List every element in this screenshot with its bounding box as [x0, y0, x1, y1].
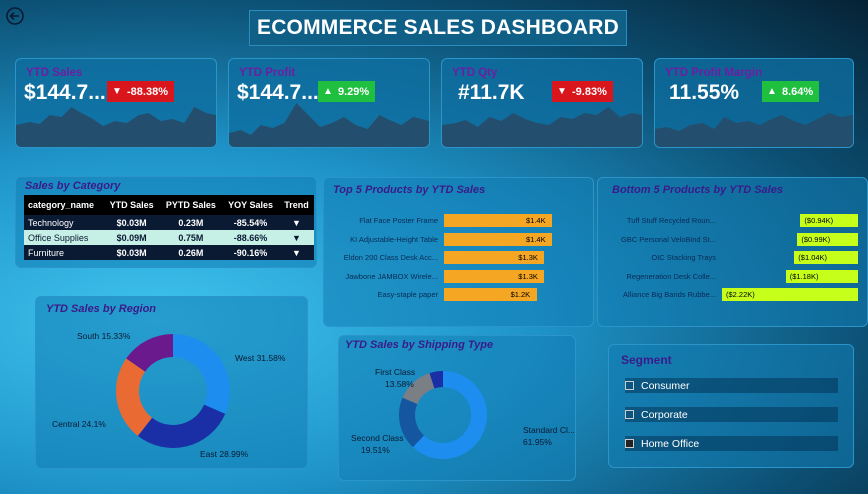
region-panel: YTD Sales by Region West 31.58% East 28.… — [35, 296, 308, 469]
bar-category-label: GBC Personal VeloBind St... — [620, 234, 716, 244]
column-header[interactable]: category_name — [24, 195, 104, 215]
shipping-label-first: First Class — [375, 367, 416, 377]
column-header[interactable]: YTD Sales — [103, 195, 160, 215]
segment-option-corporate[interactable]: Corporate — [625, 407, 838, 422]
segment-option-home-office[interactable]: Home Office — [625, 436, 838, 451]
bar-value-label: ($0.99K) — [801, 234, 831, 244]
kpi-card-ytd-profit[interactable]: YTD Profit $144.7... ▲ 9.29% — [228, 58, 430, 148]
panel-title: Bottom 5 Products by YTD Sales — [612, 184, 783, 196]
region-label-east: East 28.99% — [200, 449, 249, 459]
trend-down-icon: ▼ — [278, 215, 314, 230]
column-header[interactable]: Trend — [278, 195, 314, 215]
bar-category-label: Eldon 200 Class Desk Acc... — [343, 253, 438, 262]
bar-value-label: ($2.22K) — [726, 290, 755, 299]
segment-option-label: Home Office — [641, 437, 700, 450]
category-table: category_name YTD Sales PYTD Sales YOY S… — [24, 195, 314, 260]
yoy-cell: -88.66% — [222, 230, 279, 245]
shipping-label-first-pct: 13.58% — [385, 379, 414, 389]
shipping-label-second: Second Class — [351, 433, 404, 443]
ytd-cell: $0.03M — [103, 245, 160, 260]
sparkline-area — [655, 113, 853, 147]
sales-by-category-panel: Sales by Category category_name YTD Sale… — [15, 176, 317, 268]
bar-value-label: ($1.04K) — [798, 253, 828, 262]
pytd-cell: 0.26M — [159, 245, 223, 260]
sparkline-area — [442, 107, 642, 147]
table-row[interactable]: Furniture $0.03M 0.26M -90.16% ▼ — [24, 245, 314, 260]
ytd-cell: $0.09M — [103, 230, 160, 245]
trend-down-icon: ▼ — [278, 230, 314, 245]
category-name-cell: Technology — [24, 215, 104, 230]
bar-category-label: Flat Face Poster Frame — [359, 216, 438, 225]
shipping-panel: YTD Sales by Shipping Type Standard Cl..… — [338, 335, 576, 481]
dashboard-title: ECOMMERCE SALES DASHBOARD — [256, 16, 620, 39]
bar-value-label: $1.4K — [526, 216, 546, 225]
region-label-central: Central 24.1% — [52, 419, 106, 429]
panel-title: Top 5 Products by YTD Sales — [333, 184, 486, 196]
bar-category-label: OIC Stacking Trays — [651, 253, 716, 262]
donut-slice-west[interactable] — [173, 334, 230, 414]
yoy-cell: -90.16% — [222, 245, 279, 260]
pytd-cell: 0.75M — [159, 230, 223, 245]
bar-category-label: Regeneration Desk Colle... — [626, 271, 716, 281]
kpi-card-ytd-sales[interactable]: YTD Sales $144.7... ▼ -88.38% — [15, 58, 217, 148]
shipping-label-standard: Standard Cl... — [523, 425, 575, 435]
checkbox-icon[interactable] — [625, 381, 634, 390]
category-name-cell: Furniture — [24, 245, 104, 260]
kpi-label: YTD Profit — [239, 67, 296, 79]
top5-products-panel: Top 5 Products by YTD Sales Flat Face Po… — [323, 177, 594, 327]
donut-slice-central[interactable] — [115, 358, 153, 436]
kpi-card-ytd-qty[interactable]: YTD Qty #11.7K ▼ -9.83% — [441, 58, 643, 148]
table-row[interactable]: Office Supplies $0.09M 0.75M -88.66% ▼ — [24, 230, 314, 245]
segment-option-label: Consumer — [641, 379, 690, 392]
shipping-label-second-pct: 19.51% — [361, 445, 390, 455]
checkbox-icon[interactable] — [625, 410, 634, 419]
region-donut-chart — [115, 334, 230, 448]
trend-down-icon: ▼ — [278, 245, 314, 260]
bar-category-label: Tuff Stuff Recycled Roun... — [626, 216, 716, 225]
region-label-west: West 31.58% — [235, 353, 286, 363]
pytd-cell: 0.23M — [159, 215, 223, 230]
sparkline-area — [16, 107, 216, 147]
sparkline-area — [229, 103, 429, 147]
donut-slice-east[interactable] — [137, 404, 226, 448]
segment-option-consumer[interactable]: Consumer — [625, 378, 838, 393]
column-header[interactable]: YOY Sales — [222, 195, 279, 215]
bar-value-label: $1.4K — [526, 234, 546, 244]
region-label-south: South 15.33% — [77, 331, 131, 341]
column-header[interactable]: PYTD Sales — [159, 195, 223, 215]
segment-title: Segment — [621, 353, 672, 367]
kpi-label: YTD Qty — [452, 67, 498, 79]
kpi-label: YTD Profit Margin — [665, 67, 763, 79]
shipping-label-standard-pct: 61.95% — [523, 437, 552, 447]
bar-value-label: $1.2K — [510, 290, 531, 299]
back-arrow-icon[interactable] — [6, 7, 24, 25]
bar-value-label: $1.3K — [518, 271, 538, 281]
bar-category-label: Jawbone JAMBOX Wirele... — [345, 271, 438, 281]
bar-value-label: ($0.94K) — [804, 216, 834, 225]
panel-title: Sales by Category — [25, 180, 121, 192]
category-name-cell: Office Supplies — [24, 230, 104, 245]
kpi-label: YTD Sales — [26, 67, 83, 79]
table-row[interactable]: Technology $0.03M 0.23M -85.54% ▼ — [24, 215, 314, 230]
bar-category-label: KI Adjustable-Height Table — [350, 234, 438, 244]
bottom5-products-panel: Bottom 5 Products by YTD Sales Tuff Stuf… — [597, 177, 868, 327]
bar-value-label: $1.3K — [518, 253, 538, 262]
ytd-cell: $0.03M — [103, 215, 160, 230]
bar-category-label: Easy-staple paper — [377, 290, 438, 299]
shipping-donut-chart — [399, 371, 487, 459]
segment-option-label: Corporate — [641, 408, 688, 421]
yoy-cell: -85.54% — [222, 215, 279, 230]
table-header-row: category_name YTD Sales PYTD Sales YOY S… — [24, 195, 314, 215]
kpi-card-ytd-profit-margin[interactable]: YTD Profit Margin 11.55% ▲ 8.64% — [654, 58, 854, 148]
checkbox-checked-icon[interactable] — [625, 439, 634, 448]
bar-category-label: Alliance Big Bands Rubbe... — [623, 290, 716, 299]
bar-value-label: ($1.18K) — [789, 271, 819, 281]
segment-slicer-panel: Segment Consumer Corporate Home Office — [608, 344, 854, 468]
dashboard-title-box: ECOMMERCE SALES DASHBOARD — [249, 10, 627, 46]
